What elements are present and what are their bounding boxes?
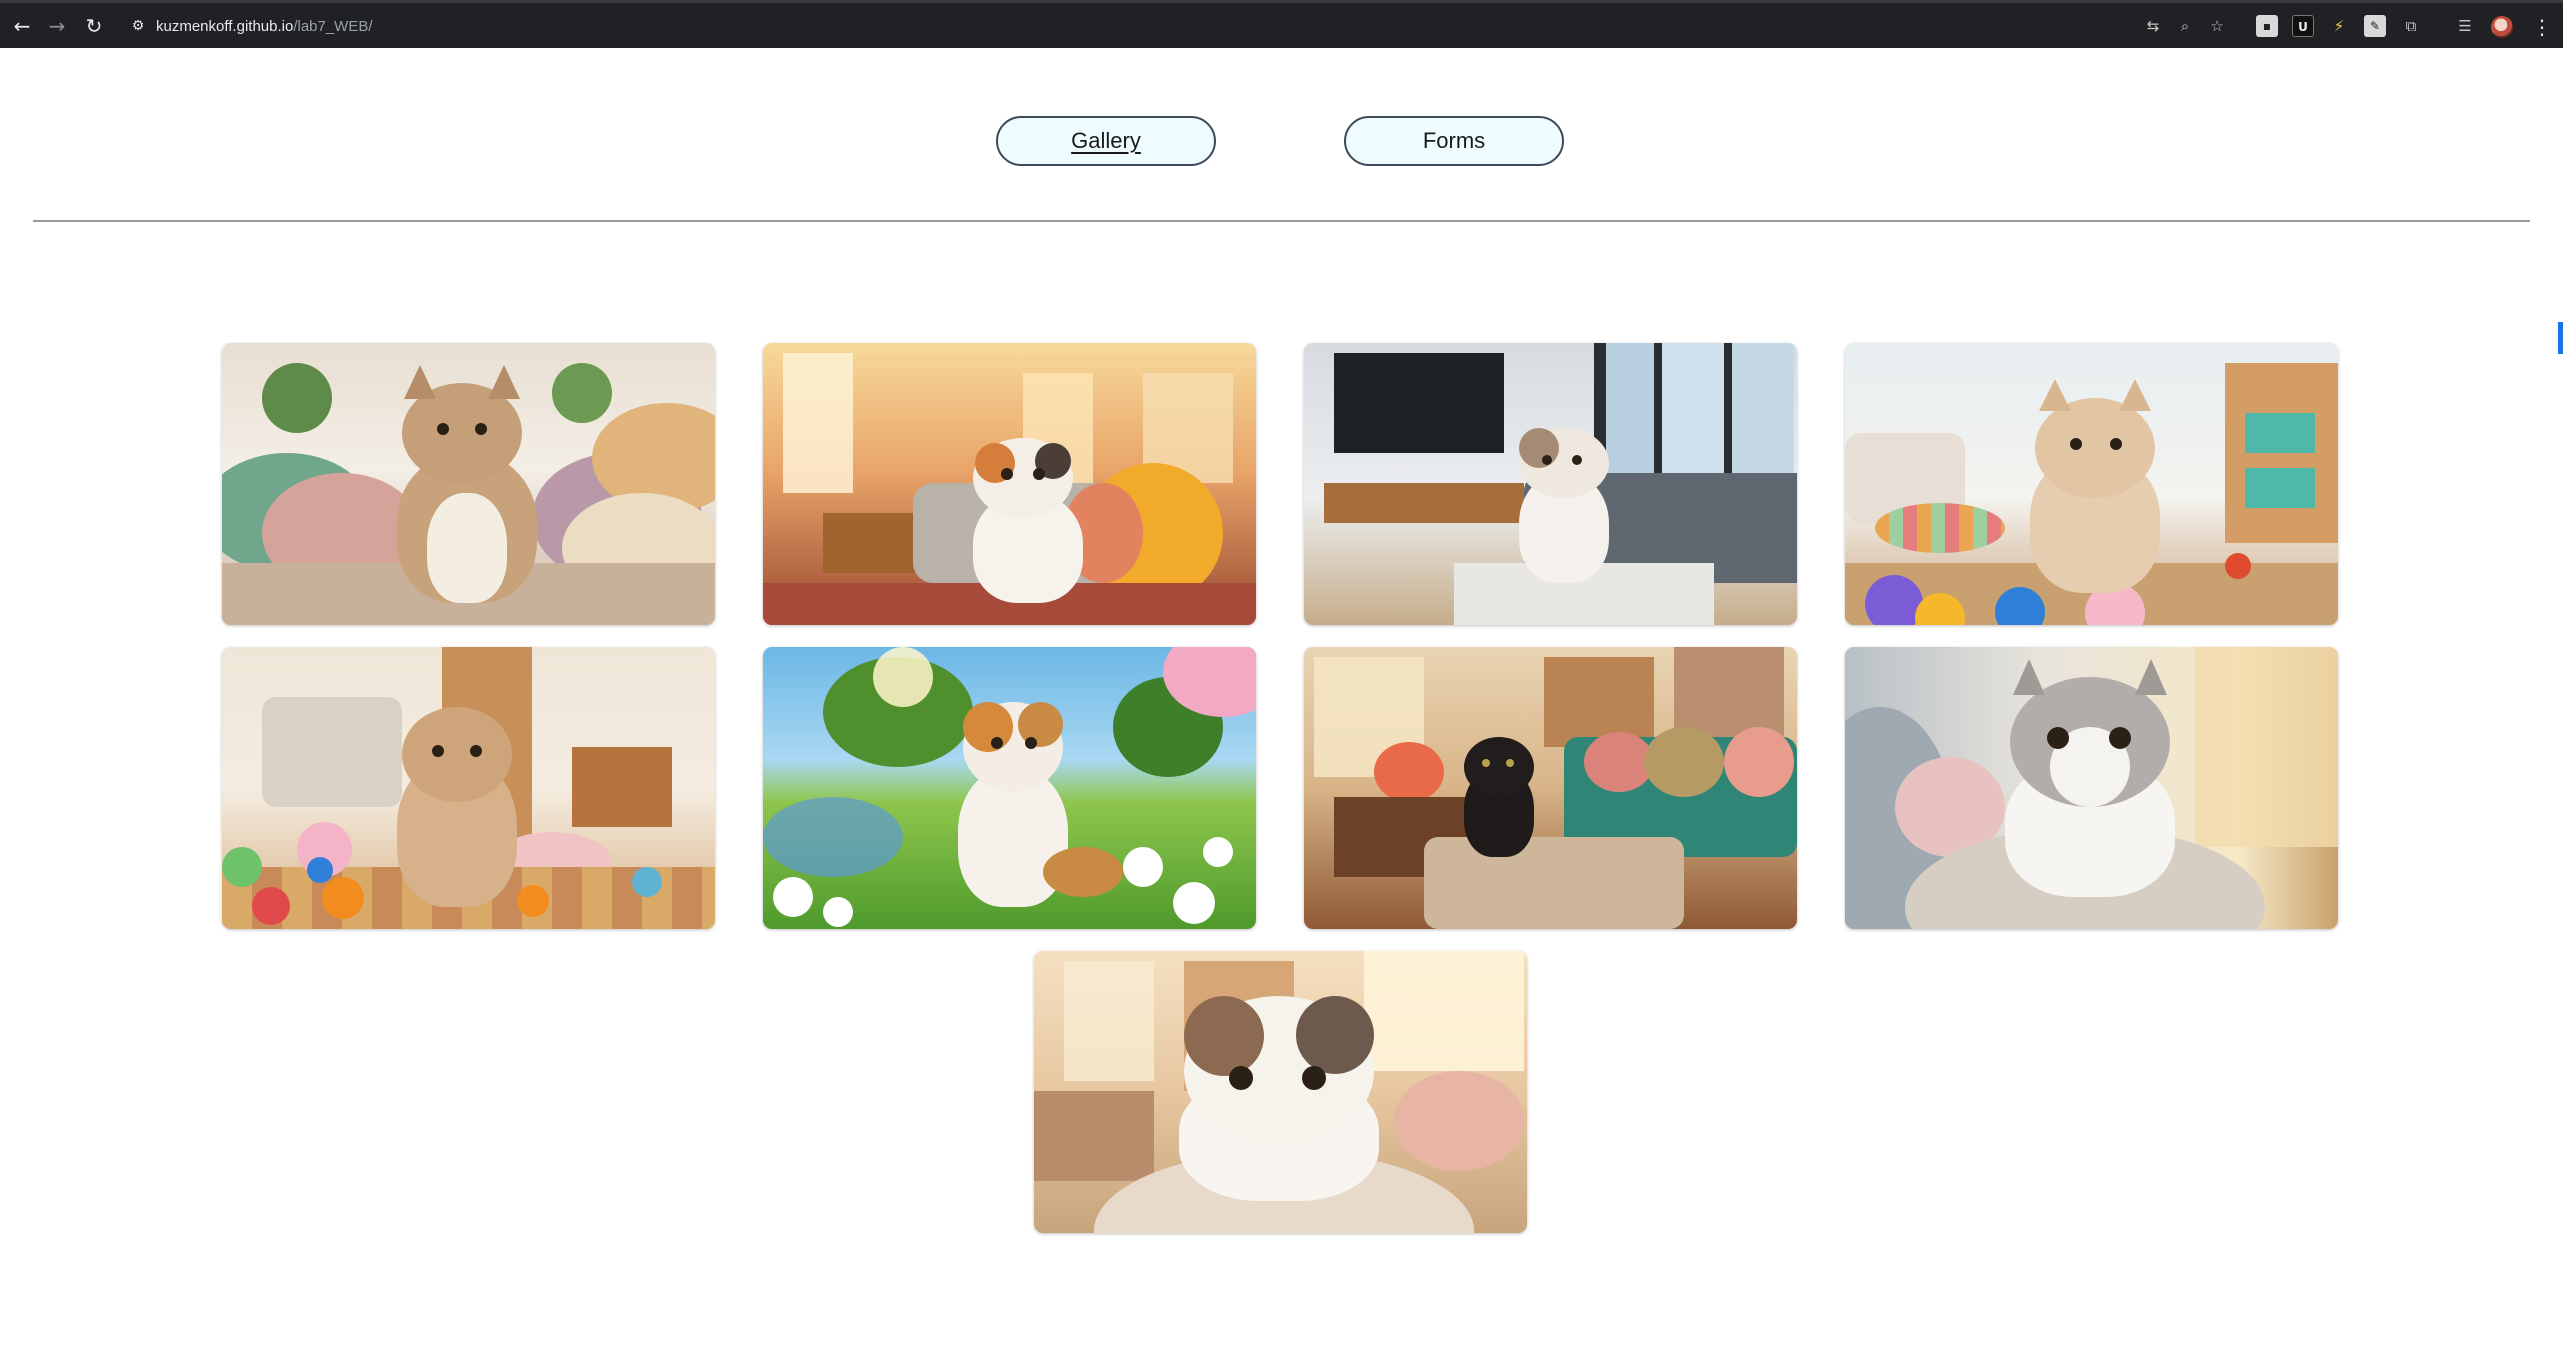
address-bar[interactable]: kuzmenkoff.github.io/lab7_WEB/ (156, 15, 373, 39)
forms-nav-button[interactable]: Forms (1344, 116, 1564, 166)
gallery-image[interactable] (1845, 647, 2338, 929)
gallery-image[interactable] (763, 343, 1256, 625)
tab-search-icon[interactable]: ☰ (2454, 15, 2476, 37)
more-menu-icon[interactable]: ⋮ (2532, 14, 2552, 40)
top-navigation: Gallery Forms (0, 116, 2563, 166)
site-info-icon[interactable]: ⚙ (126, 14, 150, 38)
forms-nav-label: Forms (1422, 128, 1486, 153)
back-icon[interactable]: ← (10, 14, 34, 38)
translate-icon[interactable]: ⇆ (2142, 15, 2164, 37)
extensions-puzzle-icon[interactable]: ⧉ (2400, 15, 2422, 37)
browser-toolbar: ← → ↻ ⚙ kuzmenkoff.github.io/lab7_WEB/ ⇆… (0, 0, 2563, 48)
gallery-image[interactable] (1845, 343, 2338, 625)
bookmark-star-icon[interactable]: ☆ (2206, 15, 2228, 37)
gallery-image[interactable] (1304, 647, 1797, 929)
forward-icon[interactable]: → (45, 14, 69, 38)
extension-icon[interactable]: ⚡ (2328, 15, 2350, 37)
extension-icon[interactable]: ✎ (2364, 15, 2386, 37)
gallery-image[interactable] (1034, 951, 1527, 1233)
reload-icon[interactable]: ↻ (82, 14, 106, 38)
url-path: /lab7_WEB/ (293, 18, 373, 35)
zoom-icon[interactable]: ⌕ (2174, 15, 2196, 37)
scrollbar-marker (2558, 322, 2563, 354)
header-divider (33, 220, 2530, 222)
gallery-image[interactable] (222, 647, 715, 929)
gallery-nav-button[interactable]: Gallery (996, 116, 1216, 166)
profile-avatar[interactable] (2491, 16, 2513, 38)
extension-icon[interactable]: U (2292, 15, 2314, 37)
url-host: kuzmenkoff.github.io (156, 18, 294, 35)
gallery-image[interactable] (1304, 343, 1797, 625)
extension-icon[interactable]: ▪ (2256, 15, 2278, 37)
gallery-image[interactable] (763, 647, 1256, 929)
gallery-nav-label: Gallery (1071, 128, 1141, 153)
gallery-image[interactable] (222, 343, 715, 625)
